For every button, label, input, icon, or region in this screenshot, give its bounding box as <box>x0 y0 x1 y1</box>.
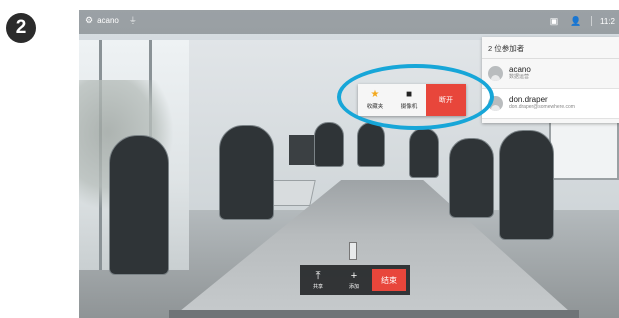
participants-panel-title: 2 位参加者 <box>482 37 619 59</box>
participants-panel: 2 位参加者 acano 数据运营 don.draper don.draper@… <box>482 37 619 123</box>
share-button[interactable]: ⤒ 共享 <box>300 265 336 295</box>
participant-row[interactable]: acano 数据运营 <box>482 59 619 89</box>
table-microphone <box>349 242 357 260</box>
participant-name: acano <box>509 65 531 74</box>
plus-icon: + <box>350 269 358 282</box>
person-silhouette <box>499 130 554 240</box>
video-call-screen: ⚙ acano ⏚ ▣ 👤 11:2 2 位参加者 acano 数据运营 don… <box>79 10 619 318</box>
step-number-badge: 2 <box>6 13 36 43</box>
share-icon: ⤒ <box>315 269 321 282</box>
add-button[interactable]: + 添加 <box>336 265 372 295</box>
person-silhouette <box>109 135 169 275</box>
person-silhouette <box>357 122 385 167</box>
avatar <box>488 66 503 81</box>
highlight-ring <box>337 64 494 130</box>
participant-subtitle: don.draper@somewhere.com <box>509 104 575 110</box>
top-bar-left: ⚙ acano ⏚ <box>85 15 137 26</box>
table-edge <box>169 310 579 318</box>
top-bar-right: ▣ 👤 11:2 <box>547 15 615 27</box>
person-silhouette <box>449 138 494 218</box>
layout-icon[interactable]: ▣ <box>547 15 561 27</box>
signal-icon: ⏚ <box>128 16 137 25</box>
clock: 11:2 <box>600 16 615 26</box>
participant-subtitle: 数据运营 <box>509 74 530 80</box>
participant-row-selected[interactable]: don.draper don.draper@somewhere.com <box>482 89 619 119</box>
participant-name: don.draper <box>509 95 548 104</box>
person-silhouette <box>219 125 274 220</box>
call-controls: ⤒ 共享 + 添加 结束 <box>300 265 410 295</box>
participants-icon[interactable]: 👤 <box>569 15 583 27</box>
divider <box>591 16 593 26</box>
end-call-button[interactable]: 结束 <box>372 269 406 291</box>
app-name: acano <box>97 16 119 25</box>
person-silhouette <box>314 122 344 167</box>
add-label: 添加 <box>348 283 359 290</box>
person-silhouette <box>409 128 439 178</box>
gear-icon[interactable]: ⚙ <box>85 15 93 26</box>
share-label: 共享 <box>312 283 323 290</box>
top-bar: ⚙ acano ⏚ ▣ 👤 11:2 <box>79 10 619 34</box>
